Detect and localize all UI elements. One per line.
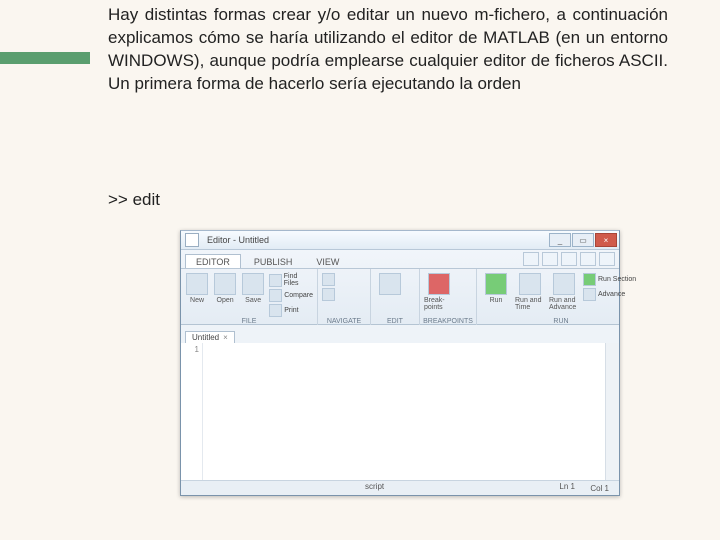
group-label: NAVIGATE <box>318 318 370 325</box>
close-button[interactable]: × <box>595 233 617 247</box>
arrow-icon <box>322 273 335 286</box>
line-gutter: 1 <box>181 343 203 481</box>
ribbon: EDITOR PUBLISH VIEW New Open <box>181 250 619 325</box>
tab-view[interactable]: VIEW <box>305 254 350 268</box>
ribbon-tabstrip: EDITOR PUBLISH VIEW <box>181 250 619 269</box>
intro-paragraph: Hay distintas formas crear y/o editar un… <box>108 4 668 96</box>
insert-button[interactable] <box>375 271 405 317</box>
editor-area[interactable]: 1 <box>181 343 619 481</box>
matlab-editor-window: Editor - Untitled _ ▭ × EDITOR PUBLISH V… <box>180 230 620 496</box>
compare-icon <box>269 289 282 302</box>
edit-icon <box>379 273 401 295</box>
compare-button[interactable]: Compare <box>269 289 313 302</box>
slide-accent-bar <box>0 52 90 64</box>
help-icon[interactable] <box>599 252 615 266</box>
run-time-button[interactable]: Run and Time <box>515 271 545 317</box>
group-label: RUN <box>477 318 645 325</box>
group-label: FILE <box>181 318 317 325</box>
tab-close-icon[interactable]: × <box>223 333 228 342</box>
run-icon <box>485 273 507 295</box>
run-advance-button[interactable]: Run and Advance <box>549 271 579 317</box>
find-files-button[interactable]: Find Files <box>269 273 313 287</box>
group-label: EDIT <box>371 318 419 325</box>
run-button[interactable]: Run <box>481 271 511 317</box>
run-advance-icon <box>553 273 575 295</box>
run-section-button[interactable]: Run Section <box>583 273 636 286</box>
title-bar[interactable]: Editor - Untitled _ ▭ × <box>181 231 619 250</box>
qat-icon[interactable] <box>523 252 539 266</box>
goto-button[interactable] <box>322 273 335 286</box>
run-section-icon <box>583 273 596 286</box>
maximize-button[interactable]: ▭ <box>572 233 594 247</box>
group-run: Run Run and Time Run and Advance Run Sec… <box>477 269 645 325</box>
quick-access-toolbar <box>523 252 615 266</box>
vertical-scrollbar[interactable] <box>605 343 619 481</box>
tab-publish[interactable]: PUBLISH <box>243 254 304 268</box>
advance-icon <box>583 288 596 301</box>
find-button[interactable] <box>322 288 335 301</box>
group-navigate: NAVIGATE <box>318 269 371 325</box>
group-label: BREAKPOINTS <box>420 318 476 325</box>
qat-icon[interactable] <box>580 252 596 266</box>
text-editor[interactable] <box>203 343 605 481</box>
status-bar: script Ln 1 Col 1 <box>181 480 619 495</box>
group-edit: EDIT <box>371 269 420 325</box>
document-tabstrip: Untitled × <box>181 325 619 344</box>
new-file-icon <box>186 273 208 295</box>
command-prompt-line: >> edit <box>108 190 160 210</box>
breakpoints-button[interactable]: Break-points <box>424 271 454 317</box>
document-name: Untitled <box>192 333 219 342</box>
clock-icon <box>519 273 541 295</box>
status-line: Ln 1 <box>559 482 575 491</box>
search-icon <box>322 288 335 301</box>
print-button[interactable]: Print <box>269 304 313 317</box>
breakpoint-icon <box>428 273 450 295</box>
group-file: New Open Save Find Files Compare Print F… <box>181 269 318 325</box>
window-icon <box>185 233 199 247</box>
tab-untitled[interactable]: Untitled × <box>185 331 235 343</box>
search-icon <box>269 274 282 287</box>
window-title: Editor - Untitled <box>207 235 269 245</box>
save-icon <box>242 273 264 295</box>
window-controls: _ ▭ × <box>549 233 617 247</box>
advance-button[interactable]: Advance <box>583 288 636 301</box>
folder-open-icon <box>214 273 236 295</box>
minimize-button[interactable]: _ <box>549 233 571 247</box>
open-button[interactable]: Open <box>213 271 237 317</box>
print-icon <box>269 304 282 317</box>
save-button[interactable]: Save <box>241 271 265 317</box>
ribbon-body: New Open Save Find Files Compare Print F… <box>181 269 619 325</box>
new-button[interactable]: New <box>185 271 209 317</box>
status-file-type: script <box>365 482 384 491</box>
status-column: Col 1 <box>590 482 609 493</box>
group-breakpoints: Break-points BREAKPOINTS <box>420 269 477 325</box>
qat-icon[interactable] <box>561 252 577 266</box>
qat-icon[interactable] <box>542 252 558 266</box>
tab-editor[interactable]: EDITOR <box>185 254 241 268</box>
file-small-buttons: Find Files Compare Print <box>269 271 313 319</box>
